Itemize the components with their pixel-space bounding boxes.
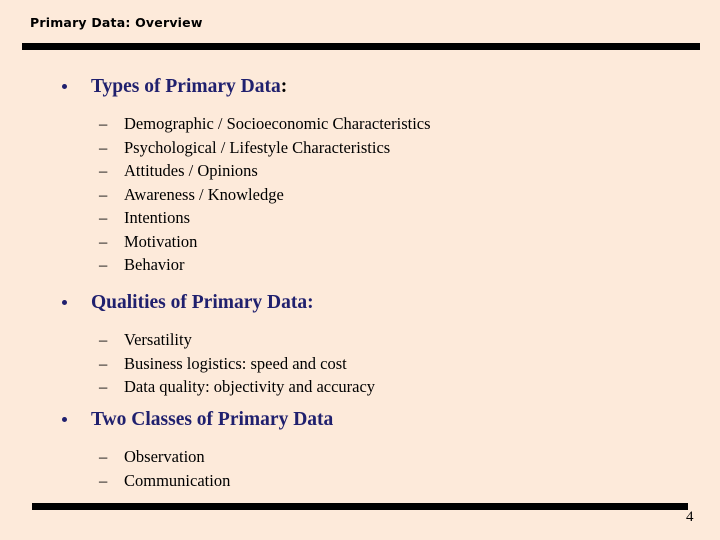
content-section-two-classes-of-primary-data: Two Classes of Primary Data – Observatio… (0, 409, 720, 493)
section-heading: Qualities of Primary Data: (91, 292, 314, 314)
filled-circle-bullet-icon (62, 417, 67, 422)
list-item: – Demographic / Socioeconomic Characteri… (0, 112, 720, 136)
list-item-label: Communication (124, 470, 231, 490)
en-dash-marker-icon: – (99, 184, 108, 204)
section-heading-row: Types of Primary Data: (0, 76, 720, 104)
list-item-label: Motivation (124, 231, 198, 251)
content-section-qualities-of-primary-data: Qualities of Primary Data: – Versatility… (0, 292, 720, 399)
list-item-label: Business logistics: speed and cost (124, 353, 347, 373)
en-dash-marker-icon: – (99, 161, 108, 180)
section-heading: Two Classes of Primary Data (91, 409, 333, 431)
section-heading-text: Qualities of Primary Data (91, 292, 308, 313)
section-heading-text: Two Classes of Primary Data (91, 409, 334, 430)
filled-circle-bullet-icon (62, 84, 67, 89)
list-item-label: Attitudes / Opinions (124, 161, 258, 180)
section-heading: Types of Primary Data: (91, 76, 287, 98)
list-item-label: Versatility (124, 330, 192, 349)
en-dash-marker-icon: – (99, 231, 108, 251)
slide-canvas: Primary Data: Overview Types of Primary … (0, 0, 720, 540)
en-dash-marker-icon: – (99, 208, 108, 227)
list-item: – Observation (0, 445, 720, 469)
page-title: Primary Data: Overview (30, 15, 203, 30)
list-item: – Behavior (0, 253, 720, 277)
en-dash-marker-icon: – (99, 470, 108, 490)
list-item: – Intentions (0, 206, 720, 230)
en-dash-marker-icon: – (99, 137, 108, 157)
en-dash-marker-icon: – (99, 447, 108, 466)
section-heading-row: Two Classes of Primary Data (0, 409, 720, 437)
list-item: – Business logistics: speed and cost (0, 352, 720, 376)
list-item: – Psychological / Lifestyle Characterist… (0, 136, 720, 160)
list-item-label: Awareness / Knowledge (124, 184, 284, 204)
en-dash-marker-icon: – (99, 377, 108, 396)
en-dash-marker-icon: – (99, 330, 108, 349)
page-number: 4 (686, 509, 694, 525)
list-item: – Versatility (0, 328, 720, 352)
list-item: – Communication (0, 469, 720, 493)
en-dash-marker-icon: – (99, 255, 108, 274)
footer-rule (32, 503, 688, 510)
list-item: – Data quality: objectivity and accuracy (0, 375, 720, 399)
content-section-types-of-primary-data: Types of Primary Data: – Demographic / S… (0, 76, 720, 277)
list-item-label: Psychological / Lifestyle Characteristic… (124, 137, 391, 157)
en-dash-marker-icon: – (99, 114, 108, 133)
list-item-label: Observation (124, 447, 205, 466)
list-item: – Attitudes / Opinions (0, 159, 720, 183)
list-item-label: Data quality: objectivity and accuracy (124, 377, 376, 396)
filled-circle-bullet-icon (62, 300, 67, 305)
list-item: – Awareness / Knowledge (0, 183, 720, 207)
section-heading-suffix: : (280, 76, 288, 97)
header-rule (22, 43, 700, 50)
list-item-label: Demographic / Socioeconomic Characterist… (124, 114, 431, 133)
section-heading-suffix: : (307, 292, 314, 313)
list-item-label: Intentions (124, 208, 190, 227)
en-dash-marker-icon: – (99, 353, 108, 373)
list-item: – Motivation (0, 230, 720, 254)
list-item-label: Behavior (124, 255, 185, 274)
section-heading-row: Qualities of Primary Data: (0, 292, 720, 320)
section-heading-text: Types of Primary Data (91, 76, 281, 97)
